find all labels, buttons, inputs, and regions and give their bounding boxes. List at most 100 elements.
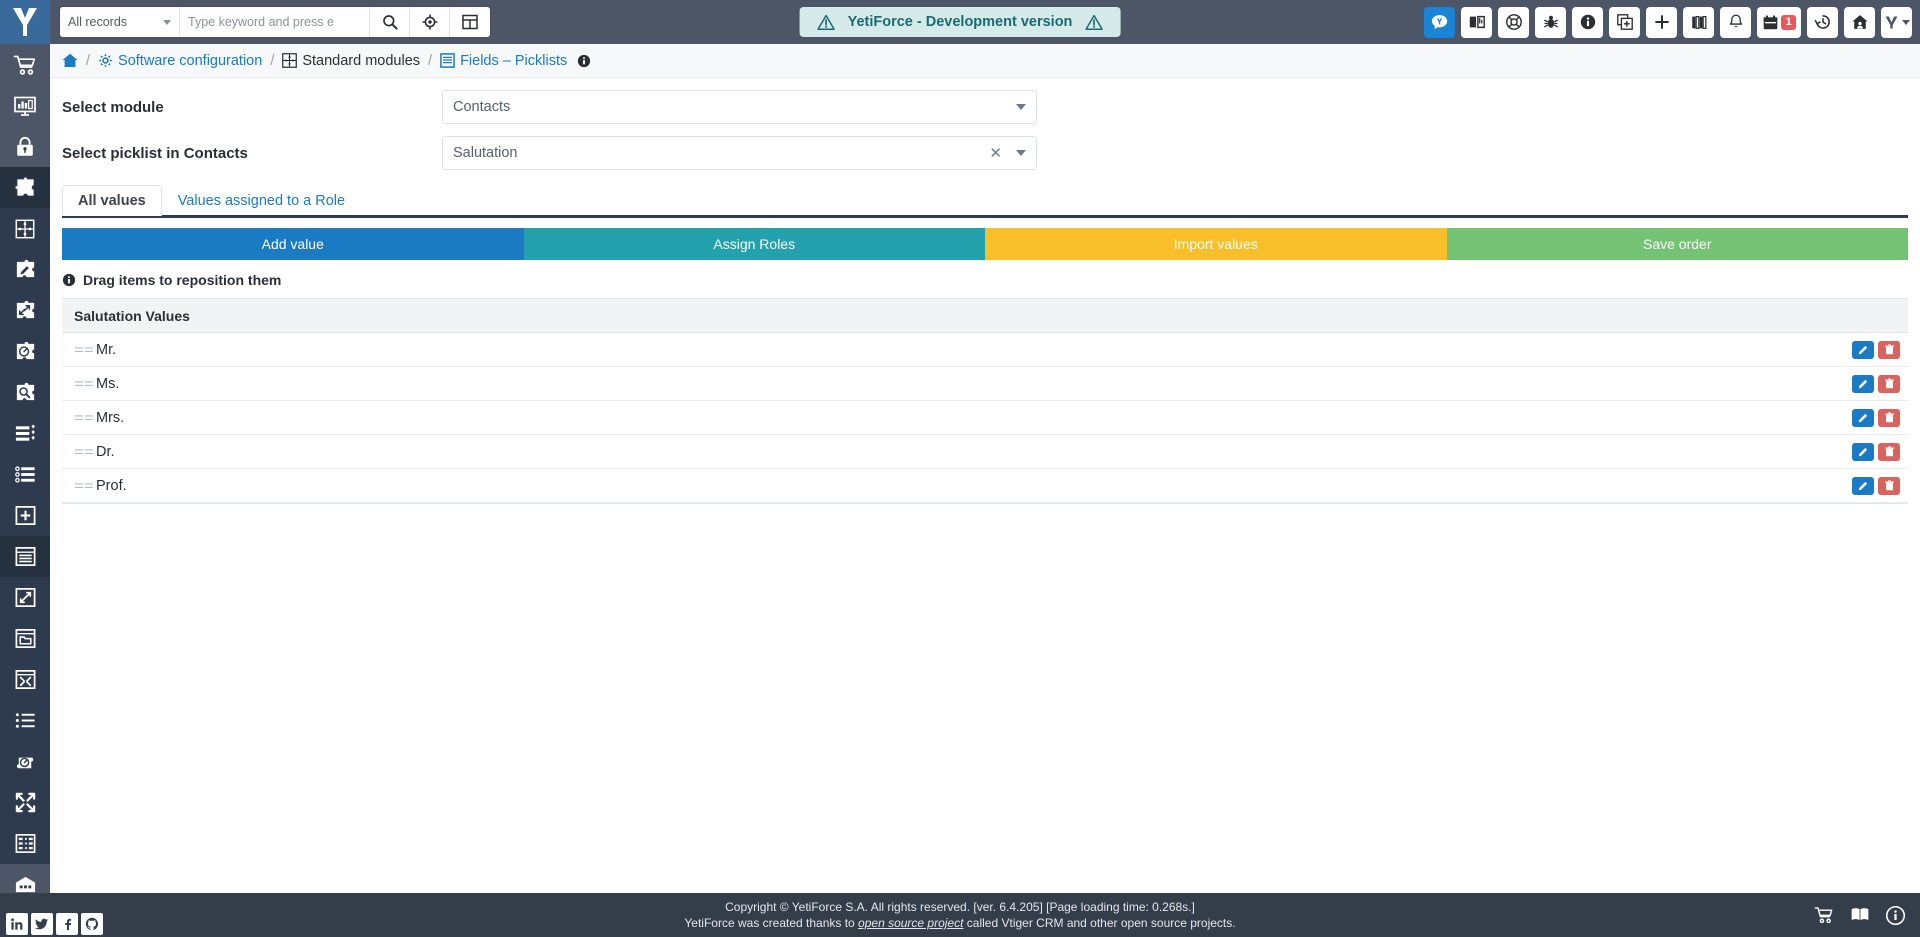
header-chat-button[interactable]: [1424, 6, 1455, 38]
github-icon[interactable]: [81, 913, 103, 935]
drag-grip-icon[interactable]: ⚌⚌: [74, 446, 94, 457]
facebook-icon[interactable]: [56, 913, 78, 935]
shopping-cart-icon: [1814, 907, 1833, 924]
header-add-button[interactable]: [1646, 6, 1677, 38]
drag-grip-icon[interactable]: ⚌⚌: [74, 344, 94, 355]
header-quickcreate-button[interactable]: [1609, 6, 1640, 38]
sidebar-item-search-module[interactable]: [0, 372, 50, 413]
edit-button[interactable]: [1852, 442, 1874, 461]
sidebar-item-cart[interactable]: [0, 44, 50, 85]
assign-roles-button[interactable]: Assign Roles: [523, 228, 985, 260]
edit-button[interactable]: [1852, 476, 1874, 495]
sidebar-item-security[interactable]: [0, 126, 50, 167]
warning-triangle-icon: [817, 14, 835, 30]
edit-button[interactable]: [1852, 340, 1874, 359]
header-user-menu-button[interactable]: [1881, 6, 1912, 38]
sidebar-item-add-window[interactable]: [0, 495, 50, 536]
row-actions: [1852, 476, 1900, 495]
sidebar-item-transfer[interactable]: [0, 290, 50, 331]
sidebar-item-table-config[interactable]: [0, 823, 50, 864]
linkedin-icon[interactable]: [6, 913, 28, 935]
knowledge-base-icon: [1469, 15, 1485, 29]
edit-button[interactable]: [1852, 408, 1874, 427]
add-value-button[interactable]: Add value: [62, 228, 524, 260]
breadcrumb: / Software configuration / Standard modu…: [50, 44, 1920, 78]
delete-button[interactable]: [1878, 340, 1900, 359]
window-folder-icon: [15, 629, 35, 648]
search-button[interactable]: [370, 7, 410, 37]
drag-grip-icon[interactable]: ⚌⚌: [74, 480, 94, 491]
sidebar-item-modules[interactable]: [0, 167, 50, 208]
sidebar-item-picklists[interactable]: [0, 454, 50, 495]
module-select[interactable]: Contacts: [442, 90, 1037, 124]
breadcrumb-item-standard-modules[interactable]: Standard modules: [282, 53, 420, 69]
location-button[interactable]: [410, 7, 450, 37]
sidebar-item-fields[interactable]: [0, 413, 50, 454]
table-row[interactable]: ⚌⚌ Ms.: [62, 367, 1908, 401]
top-header-bar: All records Type keyword and press e Yet…: [0, 0, 1920, 44]
sidebar-item-integration[interactable]: [0, 208, 50, 249]
pencil-icon: [1858, 447, 1867, 457]
action-button-bar: Add value Assign Roles Import values Sav…: [62, 228, 1908, 260]
chevron-down-icon: [1016, 104, 1026, 110]
trash-icon: [1884, 344, 1894, 355]
table-row[interactable]: ⚌⚌ Prof.: [62, 469, 1908, 503]
sidebar-item-dashboard[interactable]: [0, 85, 50, 126]
footer-info-button[interactable]: [1885, 905, 1906, 926]
sidebar-item-layout[interactable]: [0, 536, 50, 577]
footer-cart-button[interactable]: [1813, 905, 1835, 925]
sidebar-item-collapse-window[interactable]: [0, 659, 50, 700]
sidebar-item-folder[interactable]: [0, 618, 50, 659]
drag-grip-icon[interactable]: ⚌⚌: [74, 378, 94, 389]
credits-post: called Vtiger CRM and other open source …: [963, 916, 1236, 930]
sidebar-item-bullet-list[interactable]: [0, 700, 50, 741]
table-config-icon: [15, 834, 35, 853]
breadcrumb-separator: /: [86, 52, 91, 69]
header-bug-button[interactable]: [1535, 6, 1566, 38]
footer-book-button[interactable]: [1849, 905, 1871, 925]
header-calendar-button[interactable]: 1: [1757, 6, 1801, 38]
header-support-button[interactable]: [1498, 6, 1529, 38]
app-logo[interactable]: [0, 0, 50, 44]
open-source-project-link[interactable]: open source project: [858, 916, 963, 930]
header-library-button[interactable]: [1683, 6, 1714, 38]
sidebar-item-gauge[interactable]: [0, 331, 50, 372]
module-select-value: Contacts: [453, 99, 511, 115]
breadcrumb-home-link[interactable]: [62, 53, 78, 68]
sidebar-item-compress[interactable]: [0, 782, 50, 823]
picklist-select[interactable]: Salutation ✕: [442, 136, 1037, 170]
delete-button[interactable]: [1878, 476, 1900, 495]
table-row[interactable]: ⚌⚌ Dr.: [62, 435, 1908, 469]
info-circle-icon[interactable]: [577, 54, 591, 68]
close-x-icon[interactable]: ✕: [989, 146, 1002, 161]
twitter-icon[interactable]: [31, 913, 53, 935]
header-info-button[interactable]: [1572, 6, 1603, 38]
drag-grip-icon[interactable]: ⚌⚌: [74, 412, 94, 423]
delete-button[interactable]: [1878, 442, 1900, 461]
sidebar-item-warehouse[interactable]: [0, 864, 50, 893]
picklist-tabs: All values Values assigned to a Role: [62, 182, 1908, 218]
tab-values-assigned-to-role[interactable]: Values assigned to a Role: [162, 185, 361, 216]
breadcrumb-item-fields-picklists[interactable]: Fields – Picklists: [440, 53, 567, 69]
sidebar-item-edit-module[interactable]: [0, 249, 50, 290]
sidebar-item-resize[interactable]: [0, 577, 50, 618]
tab-all-values[interactable]: All values: [62, 185, 162, 216]
breadcrumb-item-software-configuration[interactable]: Software configuration: [98, 53, 262, 69]
grid-view-button[interactable]: [450, 7, 490, 37]
puzzle-pencil-icon: [16, 259, 34, 278]
edit-button[interactable]: [1852, 374, 1874, 393]
search-input[interactable]: [180, 7, 370, 37]
header-notifications-button[interactable]: [1720, 6, 1751, 38]
sidebar-item-cloud-gauge[interactable]: [0, 741, 50, 782]
save-order-button[interactable]: Save order: [1446, 228, 1908, 260]
records-filter-select[interactable]: All records: [60, 7, 180, 37]
header-knowledgebase-button[interactable]: [1461, 6, 1492, 38]
table-row[interactable]: ⚌⚌ Mrs.: [62, 401, 1908, 435]
delete-button[interactable]: [1878, 374, 1900, 393]
header-history-button[interactable]: [1807, 6, 1838, 38]
header-home-button[interactable]: [1844, 6, 1875, 38]
chevron-down-icon: [1902, 19, 1910, 25]
table-row[interactable]: ⚌⚌ Mr.: [62, 333, 1908, 367]
import-values-button[interactable]: Import values: [985, 228, 1447, 260]
delete-button[interactable]: [1878, 408, 1900, 427]
